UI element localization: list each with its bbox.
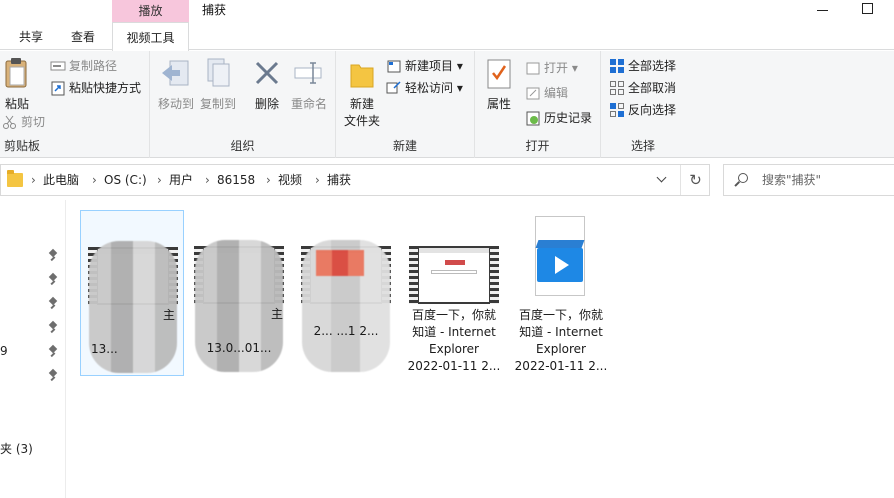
breadcrumb-videos[interactable]: 视频 bbox=[278, 165, 302, 196]
new-folder-button[interactable]: 新建 文件夹 bbox=[340, 57, 384, 130]
breadcrumb-this-pc[interactable]: 此电脑 bbox=[43, 165, 79, 196]
edit-icon bbox=[525, 85, 541, 101]
tab-video-tools[interactable]: 视频工具 bbox=[112, 22, 189, 51]
clipboard-icon bbox=[5, 58, 27, 88]
search-icon bbox=[738, 173, 748, 183]
breadcrumb-user[interactable]: 86158 bbox=[217, 165, 255, 196]
paste-shortcut-icon bbox=[50, 80, 66, 96]
scissors-icon bbox=[2, 114, 18, 130]
title-bar: 播放 捕获 bbox=[0, 0, 894, 22]
file-name: 主 13... bbox=[91, 308, 175, 356]
pin-icon[interactable] bbox=[48, 322, 58, 334]
group-label-clipboard: 剪贴板 bbox=[4, 139, 41, 153]
select-none-button[interactable]: 全部取消 bbox=[609, 78, 676, 98]
rename-button[interactable]: 重命名 bbox=[288, 57, 330, 113]
file-item[interactable]: 主 13... bbox=[80, 210, 184, 376]
move-to-icon bbox=[162, 60, 189, 86]
copy-to-icon bbox=[207, 58, 230, 87]
copy-to-button[interactable]: 复制到 bbox=[198, 57, 238, 113]
new-item-button[interactable]: 新建项目 ▾ bbox=[386, 56, 463, 76]
chevron-right-icon: › bbox=[266, 173, 271, 187]
easy-access-icon bbox=[386, 80, 402, 96]
file-date: 2022-01-11 2... bbox=[407, 359, 501, 373]
open-icon bbox=[525, 60, 541, 76]
address-bar[interactable]: › 此电脑 › OS (C:) › 用户 › 86158 › 视频 › 捕获 ↻ bbox=[0, 164, 710, 196]
tab-view[interactable]: 查看 bbox=[62, 22, 104, 50]
cut-button[interactable]: 剪切 bbox=[2, 112, 45, 132]
properties-icon bbox=[487, 59, 511, 89]
minimize-icon[interactable] bbox=[816, 2, 830, 16]
select-all-icon bbox=[609, 58, 625, 74]
breadcrumb-drive[interactable]: OS (C:) bbox=[104, 165, 147, 196]
file-name: 主 13.0...01... bbox=[206, 307, 283, 355]
file-item[interactable]: 主 13.0...01... bbox=[187, 210, 291, 376]
file-item[interactable]: 百度一下，你就 知道 - Internet Explorer 2022-01-1… bbox=[402, 210, 506, 376]
video-file-icon bbox=[529, 216, 593, 300]
edit-button[interactable]: 编辑 bbox=[525, 83, 568, 103]
group-clipboard: 粘贴 复制路径 粘贴快捷方式 剪切 剪贴板 bbox=[0, 51, 150, 158]
navigation-pane: 9 夹 (3) bbox=[0, 200, 66, 498]
pin-icon[interactable] bbox=[48, 346, 58, 358]
chevron-right-icon: › bbox=[205, 173, 210, 187]
copy-path-icon bbox=[50, 58, 66, 74]
tab-playback-context[interactable]: 播放 bbox=[112, 0, 189, 22]
file-item[interactable]: 百度一下，你就 知道 - Internet Explorer 2022-01-1… bbox=[509, 210, 613, 376]
history-icon bbox=[525, 110, 541, 126]
group-label-new: 新建 bbox=[392, 139, 417, 153]
pin-icon[interactable] bbox=[48, 370, 58, 382]
file-date: 2022-01-11 2... bbox=[514, 359, 608, 373]
file-name: 2... ...1 2... bbox=[313, 324, 379, 338]
group-select: 全部选择 全部取消 反向选择 选择 bbox=[601, 51, 685, 158]
group-label-organize: 组织 bbox=[230, 139, 255, 153]
tab-share[interactable]: 共享 bbox=[8, 22, 54, 50]
file-name: 百度一下，你就 知道 - Internet Explorer 2022-01-1… bbox=[511, 307, 611, 375]
new-item-icon bbox=[386, 58, 402, 74]
paste-button[interactable]: 粘贴 bbox=[2, 57, 32, 113]
easy-access-button[interactable]: 轻松访问 ▾ bbox=[386, 78, 463, 98]
file-name: 百度一下，你就 知道 - Internet Explorer 2022-01-1… bbox=[404, 307, 504, 375]
pin-icon[interactable] bbox=[48, 274, 58, 286]
group-open: 属性 打开 ▾ 编辑 历史记录 打开 bbox=[475, 51, 601, 158]
select-all-button[interactable]: 全部选择 bbox=[609, 56, 676, 76]
ribbon: 粘贴 复制路径 粘贴快捷方式 剪切 剪贴板 移动到 复制到 删除 重命名 组织 … bbox=[0, 51, 894, 158]
video-thumbnail bbox=[409, 246, 499, 304]
pin-icon[interactable] bbox=[48, 250, 58, 262]
pin-icon[interactable] bbox=[48, 298, 58, 310]
rename-icon bbox=[294, 62, 322, 84]
open-button[interactable]: 打开 ▾ bbox=[525, 58, 578, 78]
paste-shortcut-button[interactable]: 粘贴快捷方式 bbox=[50, 78, 141, 98]
breadcrumb-users[interactable]: 用户 bbox=[169, 165, 193, 196]
window-title: 捕获 bbox=[202, 3, 227, 17]
file-item[interactable]: 2... ...1 2... bbox=[294, 210, 398, 376]
refresh-icon[interactable]: ↻ bbox=[680, 165, 710, 195]
delete-x-icon bbox=[255, 61, 279, 85]
group-label-select: 选择 bbox=[630, 139, 655, 153]
move-to-button[interactable]: 移动到 bbox=[156, 57, 196, 113]
new-folder-icon bbox=[350, 64, 374, 88]
chevron-down-icon[interactable] bbox=[657, 174, 667, 184]
search-input[interactable] bbox=[762, 171, 890, 189]
chevron-right-icon: › bbox=[157, 173, 162, 187]
chevron-right-icon: › bbox=[315, 173, 320, 187]
properties-button[interactable]: 属性 bbox=[481, 57, 517, 113]
breadcrumb-captures[interactable]: 捕获 bbox=[327, 165, 351, 196]
folder-icon bbox=[7, 170, 23, 187]
chevron-right-icon: › bbox=[31, 173, 36, 187]
nav-item-folder-group[interactable]: 夹 (3) bbox=[0, 440, 33, 457]
paste-label: 粘贴 bbox=[4, 97, 29, 111]
nav-item-partial[interactable]: 9 bbox=[0, 344, 8, 358]
group-new: 新建 文件夹 新建项目 ▾ 轻松访问 ▾ 新建 bbox=[336, 51, 475, 158]
search-box[interactable] bbox=[723, 164, 894, 196]
group-organize: 移动到 复制到 删除 重命名 组织 bbox=[150, 51, 336, 158]
select-none-icon bbox=[609, 80, 625, 96]
chevron-right-icon: › bbox=[92, 173, 97, 187]
group-label-open: 打开 bbox=[525, 139, 550, 153]
delete-button[interactable]: 删除 bbox=[248, 57, 286, 113]
copy-path-button[interactable]: 复制路径 bbox=[50, 56, 117, 76]
ribbon-tabs: 共享 查看 视频工具 bbox=[0, 22, 894, 51]
history-button[interactable]: 历史记录 bbox=[525, 108, 592, 128]
invert-selection-icon bbox=[609, 102, 625, 118]
maximize-icon[interactable] bbox=[861, 2, 875, 16]
invert-selection-button[interactable]: 反向选择 bbox=[609, 100, 676, 120]
